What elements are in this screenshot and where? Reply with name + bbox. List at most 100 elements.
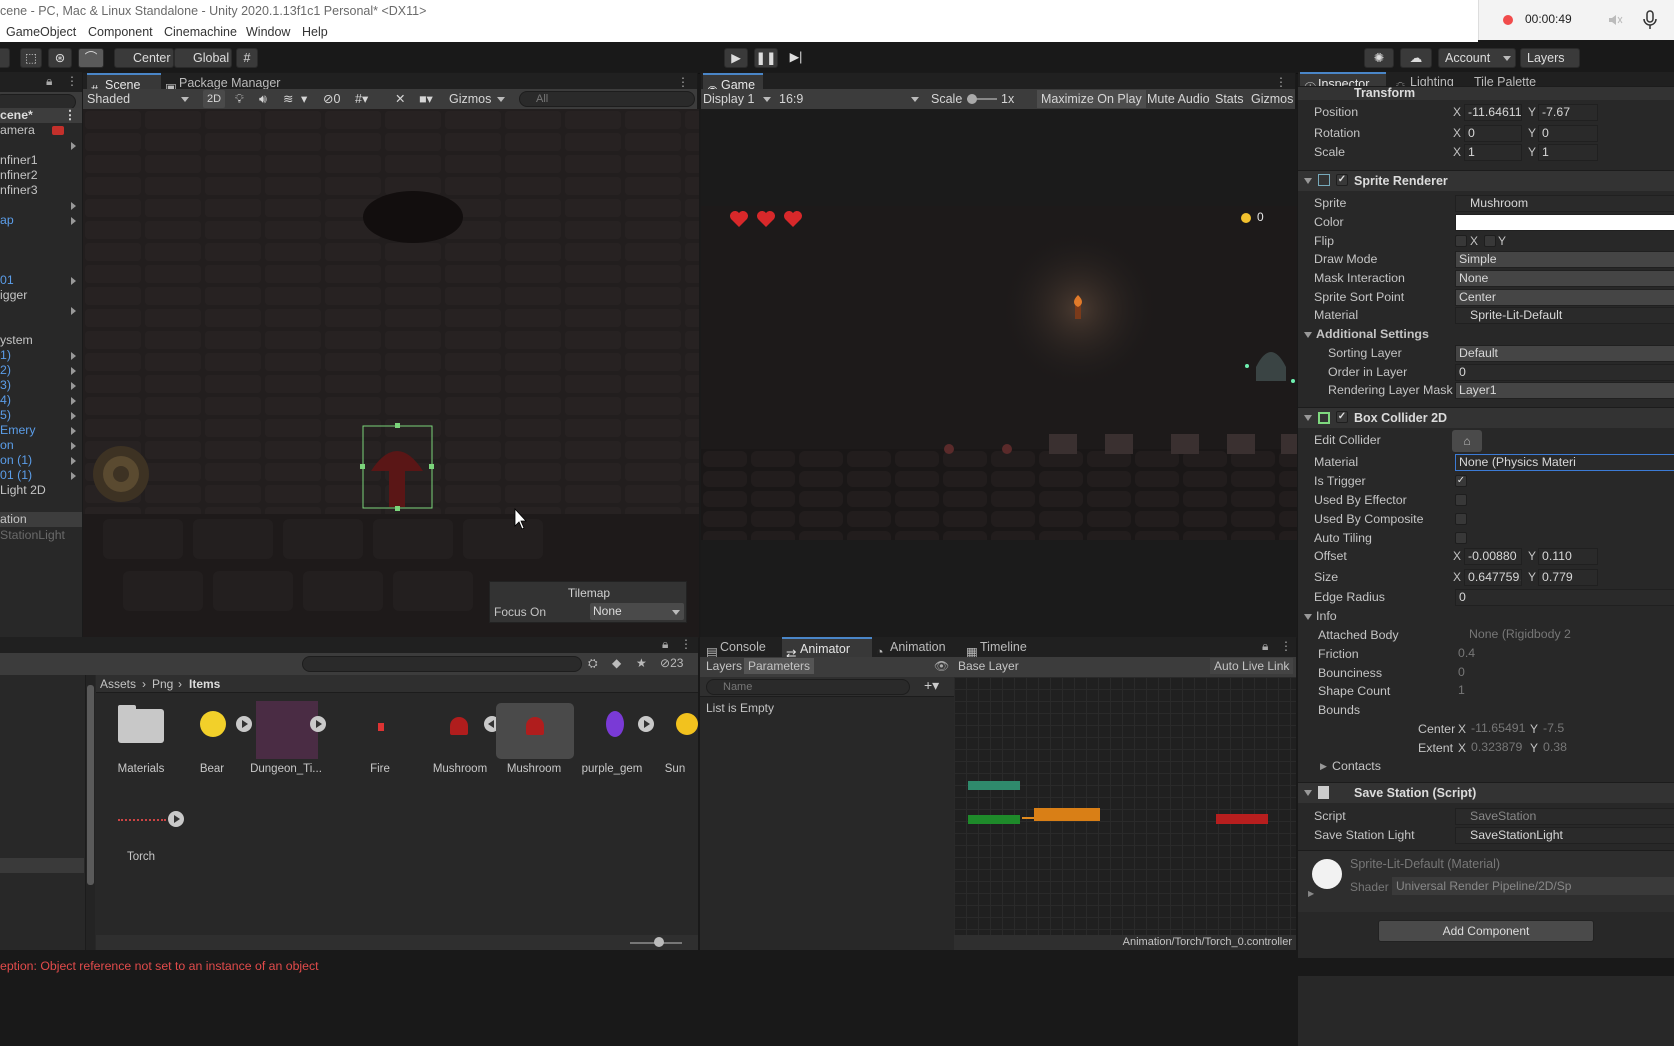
hierarchy-item[interactable]: ap (0, 213, 82, 228)
box-collider-enabled-checkbox[interactable]: ✓ (1336, 411, 1348, 423)
flip-y-checkbox[interactable] (1484, 235, 1496, 247)
more-menu-icon[interactable]: ⋮ (66, 74, 78, 88)
additional-settings-arrow-icon[interactable] (1304, 332, 1312, 338)
folder-icon[interactable] (118, 703, 164, 743)
edit-collider-button[interactable]: ⌂ (1452, 430, 1482, 452)
asset-label[interactable]: Fire (342, 763, 418, 775)
hierarchy-item[interactable]: amera (0, 123, 82, 138)
scale-slider-thumb[interactable] (967, 94, 977, 104)
auto-live-link-toggle[interactable]: Auto Live Link (1210, 658, 1294, 674)
save-station-light-field[interactable]: SaveStationLight (1455, 827, 1674, 844)
microphone-icon[interactable] (1643, 10, 1657, 30)
state-node-entry[interactable] (968, 815, 1020, 824)
hierarchy-item[interactable]: 01 (1) (0, 468, 82, 483)
collab-icon[interactable]: ✺ (1364, 48, 1394, 68)
mute-audio-toggle[interactable]: Mute Audio (1143, 90, 1214, 108)
expand-sprite-icon[interactable] (236, 716, 252, 732)
order-in-layer-field[interactable]: 0 (1455, 364, 1674, 381)
is-trigger-checkbox[interactable]: ✓ (1455, 475, 1467, 487)
scene-root-row[interactable]: cene* ⋮ (0, 108, 82, 123)
grid-toggle-icon[interactable]: #▾ (355, 90, 368, 108)
stats-toggle[interactable]: Stats (1211, 90, 1248, 108)
rendering-layer-mask-dropdown[interactable]: Layer1 (1455, 382, 1674, 399)
expand-arrow-icon[interactable] (71, 442, 76, 450)
camera-icon[interactable]: ■▾ (419, 90, 433, 108)
expand-arrow-icon[interactable] (71, 217, 76, 225)
edge-radius-field[interactable]: 0 (1455, 589, 1674, 606)
asset-label[interactable]: purple_gem (574, 763, 650, 775)
hierarchy-item[interactable]: 01 (0, 273, 82, 288)
tab-layers[interactable]: Layers (706, 659, 742, 673)
animator-more-icon[interactable]: ⋮ (1280, 639, 1292, 653)
used-by-composite-checkbox[interactable] (1455, 513, 1467, 525)
cloud-icon[interactable]: ☁ (1400, 48, 1432, 68)
selected-folder-row[interactable] (0, 858, 84, 873)
sprite-renderer-enabled-checkbox[interactable]: ✓ (1336, 174, 1348, 186)
scene-viewport[interactable]: Tilemap Focus On None (83, 109, 699, 638)
project-scroll-thumb[interactable] (87, 685, 94, 885)
sprite-renderer-header[interactable]: ✓ Sprite Renderer (1298, 170, 1674, 191)
scene-save-station-sprite[interactable] (93, 446, 149, 502)
sprite-sort-point-dropdown[interactable]: Center (1455, 289, 1674, 306)
collapse-arrow-icon[interactable] (1304, 178, 1312, 184)
hierarchy-item[interactable] (0, 228, 82, 243)
sun-sprite-icon[interactable] (676, 713, 698, 735)
draw-mode-dropdown[interactable]: Simple (1455, 251, 1674, 268)
tab-animation[interactable]: ◔ Animation (872, 637, 962, 659)
rect-tool-icon[interactable] (0, 48, 10, 68)
sprite-field[interactable]: Mushroom (1455, 195, 1674, 212)
tools-icon[interactable]: ✕ (395, 90, 405, 108)
hierarchy-item[interactable]: ystem (0, 333, 82, 348)
tab-parameters[interactable]: Parameters (744, 658, 815, 674)
size-x-field[interactable]: 0.647759… (1464, 569, 1522, 586)
menu-cinemachine[interactable]: Cinemachine (164, 25, 237, 39)
breadcrumb-assets[interactable]: Assets (100, 677, 136, 691)
mask-interaction-dropdown[interactable]: None (1455, 270, 1674, 287)
hierarchy-item[interactable]: nfiner1 (0, 153, 82, 168)
hierarchy-item[interactable]: nfiner2 (0, 168, 82, 183)
scale-y-field[interactable]: 1 (1538, 144, 1598, 161)
material-expand-icon[interactable]: ▶ (1308, 889, 1314, 898)
hierarchy-item[interactable]: igger (0, 288, 82, 303)
project-search[interactable] (302, 656, 582, 672)
layers-dropdown[interactable]: Layers (1520, 48, 1580, 68)
eye-icon[interactable]: 👁︎ (934, 659, 949, 673)
offset-y-field[interactable]: 0.110 (1538, 548, 1598, 565)
scene-search[interactable]: All (519, 91, 695, 107)
hierarchy-item[interactable]: ation (0, 512, 82, 527)
asset-label[interactable]: Mushroom (496, 763, 572, 775)
record-icon[interactable] (1503, 15, 1513, 25)
expand-arrow-icon[interactable] (71, 397, 76, 405)
scene-menu-icon[interactable]: ⋮ (64, 108, 76, 122)
filter-by-type-icon[interactable]: ⛭ (588, 656, 598, 671)
maximize-on-play-toggle[interactable]: Maximize On Play (1037, 90, 1146, 108)
2d-toggle[interactable]: 2D (203, 90, 225, 108)
expand-arrow-icon[interactable] (71, 457, 76, 465)
bear-sprite-icon[interactable] (200, 711, 226, 737)
menu-window[interactable]: Window (246, 25, 290, 39)
transform-tool-icon[interactable]: ⊛ (48, 48, 72, 68)
expand-arrow-icon[interactable] (71, 142, 76, 150)
gem-sprite-icon[interactable] (606, 711, 624, 737)
expand-arrow-icon[interactable] (71, 412, 76, 420)
mushroom-sprite-icon[interactable] (450, 717, 468, 735)
status-bar[interactable]: eption: Object reference not set to an i… (0, 958, 1674, 976)
lock-icon[interactable]: 🔒︎ (46, 74, 52, 89)
expand-arrow-icon[interactable] (71, 352, 76, 360)
position-y-field[interactable]: -7.67 (1538, 104, 1598, 121)
base-layer-breadcrumb[interactable]: Base Layer (958, 659, 1019, 673)
hidden-packages-icon[interactable]: ⊘23 (660, 656, 683, 670)
rect-transform-tool-icon[interactable]: ⬚ (20, 48, 42, 68)
state-node-exit[interactable] (1216, 814, 1268, 824)
sr-material-field[interactable]: Sprite-Lit-Default (1455, 307, 1674, 324)
contacts-arrow-icon[interactable]: ▶ (1320, 761, 1327, 772)
collapse-arrow-icon[interactable] (1304, 415, 1312, 421)
hierarchy-item[interactable]: nfiner3 (0, 183, 82, 198)
sorting-layer-dropdown[interactable]: Default (1455, 345, 1674, 362)
additional-settings-foldout[interactable]: Additional Settings (1316, 327, 1429, 343)
hierarchy-item[interactable] (0, 138, 82, 153)
hierarchy-item[interactable]: Light 2D (0, 483, 82, 498)
asset-label[interactable]: Dungeon_Ti... (248, 763, 324, 775)
expand-sprite-icon[interactable] (168, 811, 184, 827)
used-by-effector-checkbox[interactable] (1455, 494, 1467, 506)
